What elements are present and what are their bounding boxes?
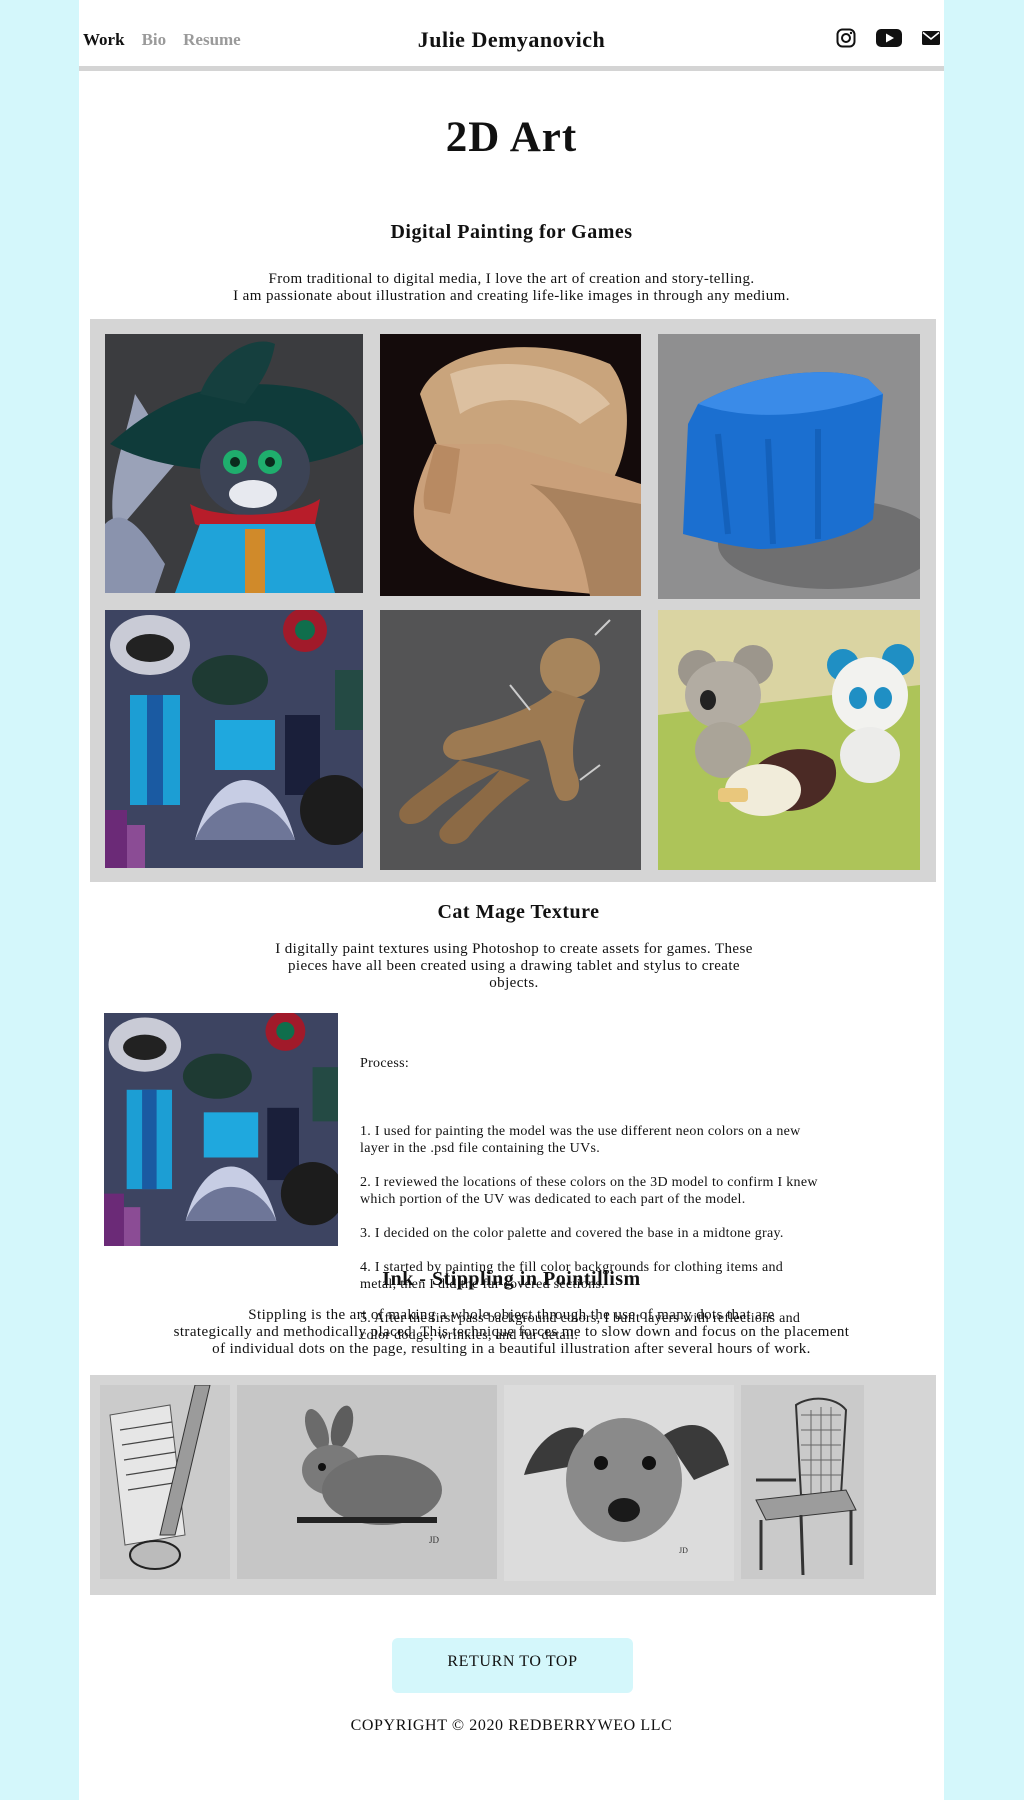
ink-description-line-3: of individual dots on the page, resultin… (212, 1341, 811, 1357)
site-header: Work Bio Resume Julie Demyanovich (79, 0, 944, 71)
mail-icon[interactable] (922, 31, 940, 45)
section-heading-ink: Ink - Stippling in Pointillism (382, 1268, 641, 1290)
gallery-image-cat-mage-render[interactable] (105, 334, 363, 593)
cat-mage-description-line-1: I digitally paint textures using Photosh… (275, 941, 753, 957)
ink-description-line-2: strategically and methodically placed. T… (173, 1324, 850, 1340)
process-title: Process: (360, 1056, 410, 1071)
digital-gallery (90, 319, 936, 882)
page-title: 2D Art (445, 114, 578, 161)
ink-gallery: JD JD (90, 1375, 936, 1595)
cat-mage-description: I digitally paint textures using Photosh… (199, 941, 829, 992)
digital-intro: From traditional to digital media, I lov… (79, 271, 944, 305)
gallery-image-texture-sheet[interactable] (105, 610, 363, 868)
gallery-image-blue-cloth[interactable] (658, 334, 920, 599)
process-step-1: 1. I used for painting the model was the… (360, 1124, 801, 1156)
digital-intro-line-1: From traditional to digital media, I lov… (268, 271, 755, 287)
cat-mage-description-line-2: pieces have all been created using a dra… (288, 958, 740, 974)
header-divider (79, 66, 944, 71)
gallery-image-koala-panda[interactable] (658, 610, 920, 870)
gallery-image-stipple-chair[interactable] (741, 1385, 864, 1579)
gallery-image-old-man-portrait[interactable] (380, 334, 641, 596)
ink-description: Stippling is the art of making a whole o… (79, 1307, 944, 1358)
page-content: Work Bio Resume Julie Demyanovich 2D Art… (79, 0, 944, 1800)
site-title[interactable]: Julie Demyanovich (79, 27, 944, 53)
section-heading-digital: Digital Painting for Games (390, 221, 633, 243)
instagram-icon[interactable] (836, 28, 856, 48)
cat-mage-texture-image[interactable] (104, 1013, 338, 1246)
svg-text:JD: JD (679, 1546, 688, 1555)
svg-text:JD: JD (429, 1535, 440, 1545)
process-step-2: 2. I reviewed the locations of these col… (360, 1175, 818, 1207)
return-to-top-button[interactable]: RETURN TO TOP (392, 1638, 633, 1693)
gallery-image-sheet-music-clarinet[interactable] (100, 1385, 230, 1579)
process-spacer (360, 1089, 925, 1106)
youtube-icon[interactable] (876, 28, 902, 48)
process-step-3: 3. I decided on the color palette and co… (360, 1226, 784, 1241)
gallery-image-stipple-rabbit[interactable]: JD (237, 1385, 497, 1579)
section-heading-cat-mage: Cat Mage Texture (437, 901, 600, 923)
gallery-image-stipple-dog[interactable]: JD (504, 1385, 734, 1581)
gallery-image-voodoo-doll[interactable] (380, 610, 641, 870)
digital-intro-line-2: I am passionate about illustration and c… (233, 288, 790, 304)
copyright-text: COPYRIGHT © 2020 REDBERRYWEO LLC (350, 1717, 673, 1734)
cat-mage-description-line-3: objects. (489, 975, 539, 991)
social-links (836, 28, 940, 48)
ink-description-line-1: Stippling is the art of making a whole o… (248, 1307, 775, 1323)
